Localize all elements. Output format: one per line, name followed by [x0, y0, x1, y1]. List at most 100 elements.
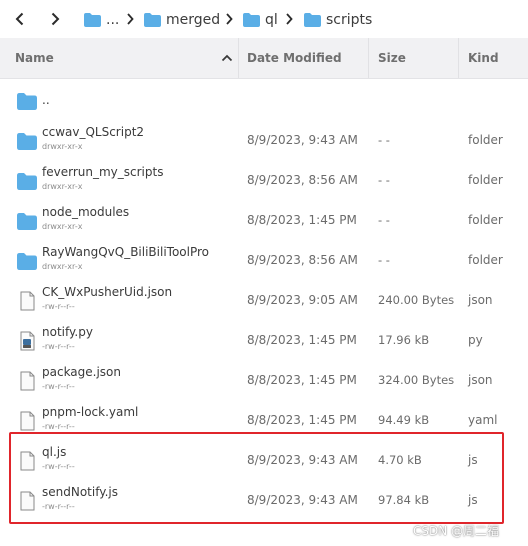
- folder-icon: [84, 13, 101, 27]
- file-permissions: -rw-r--r--: [42, 462, 75, 471]
- file-kind: json: [468, 293, 493, 307]
- file-size: 17.96 kB: [378, 333, 430, 347]
- file-icon: [17, 490, 37, 512]
- toolbar: ... merged ql scripts: [0, 0, 528, 38]
- file-kind: py: [468, 333, 483, 347]
- breadcrumb-separator-icon: [124, 9, 136, 29]
- folder-icon: [17, 130, 37, 152]
- folder-icon: [304, 13, 321, 27]
- folder-icon: [17, 250, 37, 272]
- file-size: - -: [378, 253, 390, 267]
- file-permissions: drwxr-xr-x: [42, 142, 83, 151]
- file-permissions: -rw-r--r--: [42, 502, 75, 511]
- column-divider[interactable]: [368, 38, 369, 78]
- folder-icon: [243, 13, 260, 27]
- file-name: RayWangQvQ_BiliBiliToolPro: [42, 245, 210, 259]
- chevron-right-icon: [51, 12, 60, 26]
- breadcrumb-label: scripts: [326, 12, 373, 28]
- folder-icon: [17, 90, 37, 112]
- folder-icon: [17, 210, 37, 232]
- file-size: 4.70 kB: [378, 453, 422, 467]
- file-name: notify.py: [42, 325, 93, 339]
- file-row[interactable]: package.json -rw-r--r-- 8/8/2023, 1:45 P…: [0, 361, 528, 401]
- breadcrumb-label: ...: [106, 12, 120, 28]
- file-row[interactable]: CK_WxPusherUid.json -rw-r--r-- 8/9/2023,…: [0, 281, 528, 321]
- column-kind-label: Kind: [468, 51, 499, 65]
- folder-icon: [144, 13, 161, 27]
- folder-icon: [17, 170, 37, 192]
- file-row[interactable]: ql.js -rw-r--r-- 8/9/2023, 9:43 AM 4.70 …: [0, 441, 528, 481]
- file-name: node_modules: [42, 205, 130, 219]
- file-permissions: -rw-r--r--: [42, 422, 75, 431]
- file-kind: js: [468, 453, 478, 467]
- file-date: 8/9/2023, 8:56 AM: [247, 253, 358, 267]
- file-name: ..: [42, 93, 50, 107]
- file-date: 8/9/2023, 9:05 AM: [247, 293, 358, 307]
- column-date-header[interactable]: Date Modified: [247, 38, 342, 78]
- file-row[interactable]: RayWangQvQ_BiliBiliToolPro drwxr-xr-x 8/…: [0, 241, 528, 281]
- file-name: sendNotify.js: [42, 485, 119, 499]
- breadcrumb-label: merged: [166, 12, 221, 28]
- file-permissions: -rw-r--r--: [42, 302, 75, 311]
- file-permissions: -rw-r--r--: [42, 382, 75, 391]
- chevron-left-icon: [15, 12, 24, 26]
- column-date-label: Date Modified: [247, 51, 342, 65]
- file-size: 240.00 Bytes: [378, 293, 455, 307]
- file-name: ql.js: [42, 445, 67, 459]
- breadcrumb-separator-icon: [283, 9, 295, 29]
- file-name: CK_WxPusherUid.json: [42, 285, 173, 299]
- file-icon: [17, 410, 37, 432]
- column-name-label: Name: [15, 51, 54, 65]
- column-size-header[interactable]: Size: [378, 38, 406, 78]
- file-permissions: drwxr-xr-x: [42, 222, 83, 231]
- forward-button[interactable]: [46, 9, 64, 29]
- file-kind: folder: [468, 213, 503, 227]
- file-row[interactable]: feverrun_my_scripts drwxr-xr-x 8/9/2023,…: [0, 161, 528, 201]
- sort-ascending-icon[interactable]: [220, 38, 234, 78]
- file-kind: json: [468, 373, 493, 387]
- watermark: CSDN @周二福: [413, 524, 500, 538]
- file-date: 8/8/2023, 1:45 PM: [247, 333, 357, 347]
- file-date: 8/8/2023, 1:45 PM: [247, 373, 357, 387]
- back-button[interactable]: [11, 9, 29, 29]
- file-permissions: drwxr-xr-x: [42, 262, 83, 271]
- file-permissions: drwxr-xr-x: [42, 182, 83, 191]
- file-kind: yaml: [468, 413, 498, 427]
- file-permissions: -rw-r--r--: [42, 342, 75, 351]
- file-name: package.json: [42, 365, 122, 379]
- file-row[interactable]: sendNotify.js -rw-r--r-- 8/9/2023, 9:43 …: [0, 481, 528, 521]
- file-row[interactable]: pnpm-lock.yaml -rw-r--r-- 8/8/2023, 1:45…: [0, 401, 528, 441]
- breadcrumb-item-ql[interactable]: ql: [243, 9, 278, 31]
- file-date: 8/9/2023, 9:43 AM: [247, 493, 358, 507]
- column-divider[interactable]: [238, 38, 239, 78]
- file-kind: folder: [468, 133, 503, 147]
- breadcrumb-separator-icon: [223, 9, 235, 29]
- file-size: - -: [378, 213, 390, 227]
- file-icon: [17, 290, 37, 312]
- file-name: pnpm-lock.yaml: [42, 405, 139, 419]
- column-size-label: Size: [378, 51, 406, 65]
- file-row[interactable]: notify.py -rw-r--r-- 8/8/2023, 1:45 PM 1…: [0, 321, 528, 361]
- file-row[interactable]: ccwav_QLScript2 drwxr-xr-x 8/9/2023, 9:4…: [0, 121, 528, 161]
- file-row-parent[interactable]: ..: [0, 81, 528, 121]
- column-kind-header[interactable]: Kind: [468, 38, 499, 78]
- file-row[interactable]: node_modules drwxr-xr-x 8/8/2023, 1:45 P…: [0, 201, 528, 241]
- file-size: 324.00 Bytes: [378, 373, 455, 387]
- file-date: 8/9/2023, 9:43 AM: [247, 453, 358, 467]
- file-date: 8/9/2023, 8:56 AM: [247, 173, 358, 187]
- breadcrumb-item-scripts[interactable]: scripts: [304, 9, 372, 31]
- file-size: 94.49 kB: [378, 413, 430, 427]
- file-name: ccwav_QLScript2: [42, 125, 145, 139]
- file-icon: [17, 370, 37, 392]
- python-file-icon: [17, 330, 37, 352]
- column-name-header[interactable]: Name: [15, 38, 54, 78]
- breadcrumb-item-merged[interactable]: merged: [144, 9, 220, 31]
- file-date: 8/9/2023, 9:43 AM: [247, 133, 358, 147]
- file-name: feverrun_my_scripts: [42, 165, 164, 179]
- column-divider[interactable]: [458, 38, 459, 78]
- breadcrumb-item-ellipsis[interactable]: ...: [84, 9, 119, 31]
- breadcrumb-label: ql: [265, 12, 278, 28]
- file-size: 97.84 kB: [378, 493, 430, 507]
- file-kind: folder: [468, 253, 503, 267]
- file-date: 8/8/2023, 1:45 PM: [247, 413, 357, 427]
